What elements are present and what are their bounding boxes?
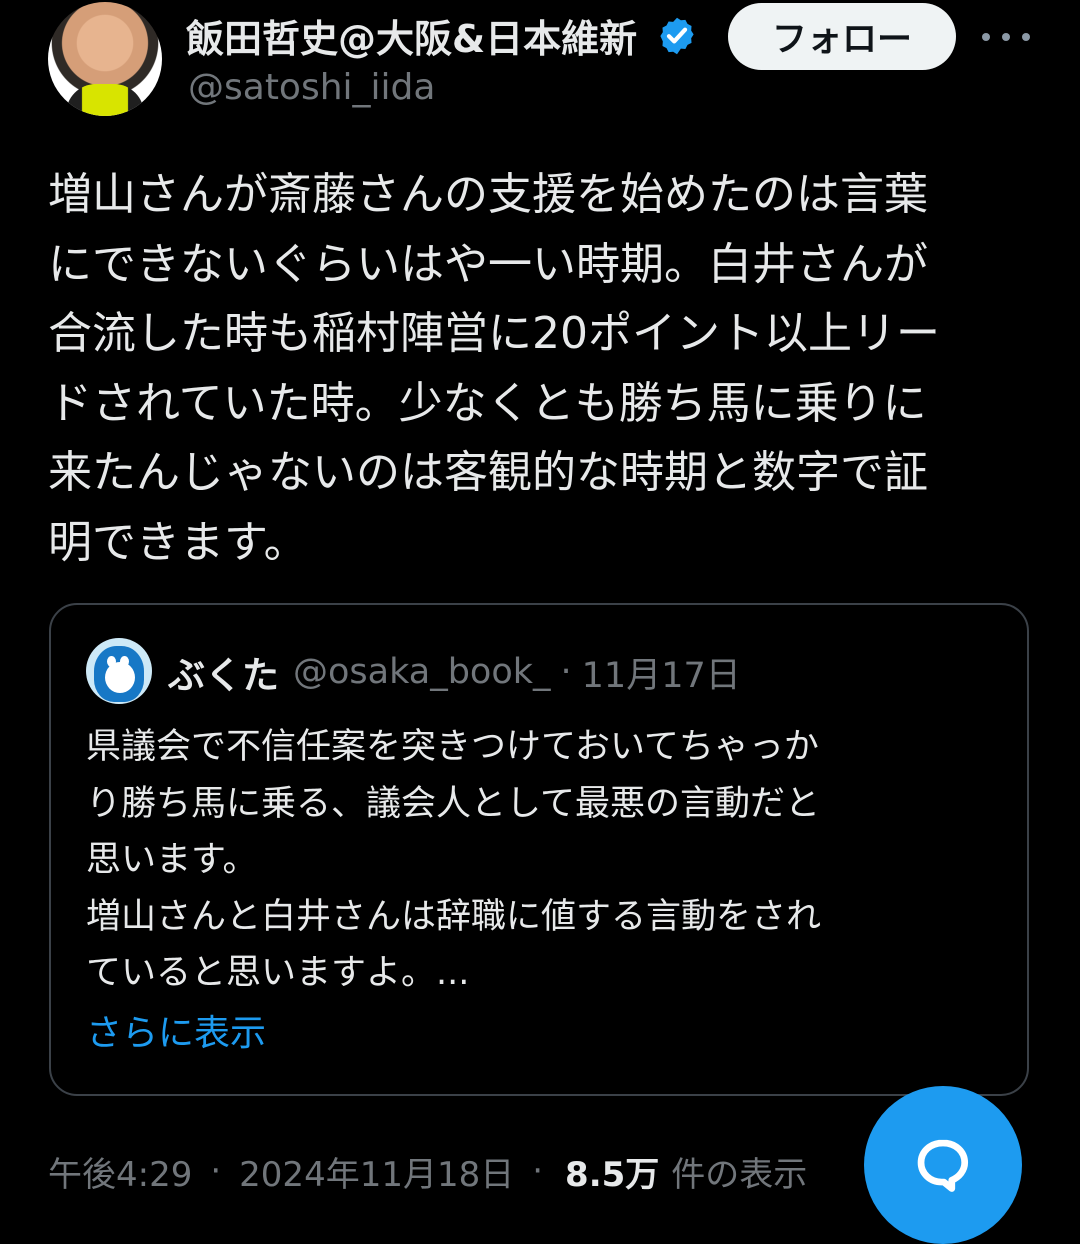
quote-author-handle[interactable]: @osaka_book_ bbox=[293, 652, 551, 692]
more-icon-dot bbox=[1002, 33, 1010, 41]
reply-fab[interactable] bbox=[864, 1086, 1022, 1244]
views-count[interactable]: 8.5万 bbox=[565, 1147, 659, 1196]
show-more-link[interactable]: さらに表示 bbox=[86, 1004, 266, 1056]
quote-avatar-eye-left bbox=[107, 656, 116, 667]
quote-text: 県議会で不信任案を突きつけておいてちゃっか り勝ち馬に乗る、議会人として最悪の言… bbox=[86, 727, 822, 993]
footer-separator: · bbox=[532, 1151, 544, 1191]
author-handle[interactable]: @satoshi_iida bbox=[188, 67, 435, 108]
quote-avatar-eye-right bbox=[120, 656, 129, 667]
quote-avatar[interactable] bbox=[86, 638, 152, 704]
author-name[interactable]: 飯田哲史@大阪&日本維新 bbox=[186, 8, 656, 63]
more-icon-dot bbox=[982, 33, 990, 41]
tweet-text: 増山さんが斎藤さんの支援を始めたのは言葉 にできないぐらいはや一い時期。白井さん… bbox=[48, 169, 940, 568]
author-avatar[interactable] bbox=[48, 2, 162, 116]
quote-meta: ぶくた @osaka_book_ · 11月17日 bbox=[168, 645, 741, 699]
tweet-footer: 午後4:29 · 2024年11月18日 · 8.5万 件の表示 bbox=[48, 1147, 807, 1195]
tweet-time[interactable]: 午後4:29 bbox=[48, 1147, 192, 1196]
verified-badge-icon bbox=[660, 17, 694, 55]
tweet-date[interactable]: 2024年11月18日 bbox=[239, 1147, 514, 1196]
quote-date[interactable]: 11月17日 bbox=[582, 647, 741, 698]
footer-separator: · bbox=[210, 1151, 222, 1191]
more-icon[interactable] bbox=[982, 22, 1030, 52]
reply-fab-icon bbox=[917, 1139, 969, 1192]
author-avatar-image bbox=[66, 84, 144, 116]
quote-separator: · bbox=[560, 652, 572, 692]
quote-author-name[interactable]: ぶくた bbox=[168, 645, 279, 699]
views-label: 件の表示 bbox=[671, 1154, 808, 1195]
more-icon-dot bbox=[1022, 33, 1030, 41]
follow-button[interactable]: フォロー bbox=[728, 3, 956, 70]
